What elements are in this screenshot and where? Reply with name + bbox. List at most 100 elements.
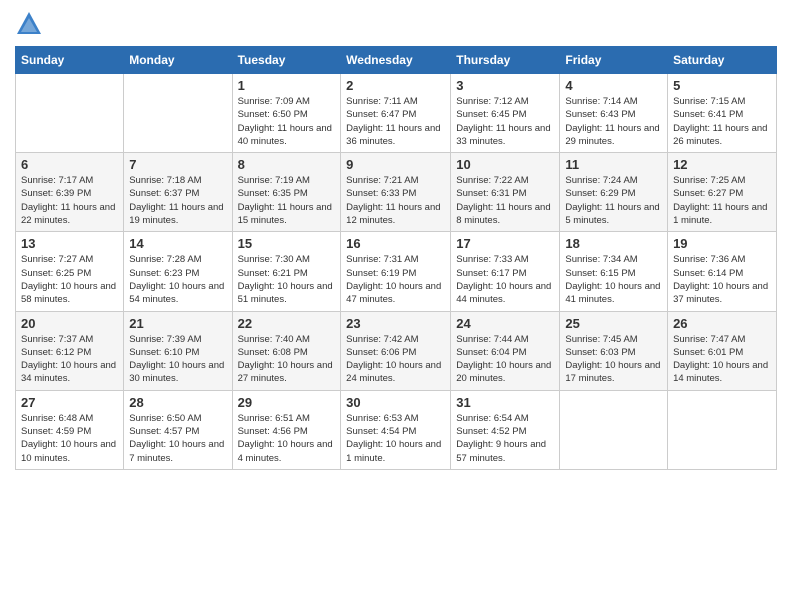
day-number: 15 [238, 236, 336, 251]
calendar-cell: 8 Sunrise: 7:19 AM Sunset: 6:35 PM Daylig… [232, 153, 341, 232]
calendar-cell [668, 390, 777, 469]
day-info: Sunrise: 7:09 AM Sunset: 6:50 PM Dayligh… [238, 95, 336, 148]
day-number: 27 [21, 395, 118, 410]
day-info: Sunrise: 7:40 AM Sunset: 6:08 PM Dayligh… [238, 333, 336, 386]
calendar-cell: 1 Sunrise: 7:09 AM Sunset: 6:50 PM Daylig… [232, 74, 341, 153]
calendar: SundayMondayTuesdayWednesdayThursdayFrid… [15, 46, 777, 470]
day-info: Sunrise: 6:50 AM Sunset: 4:57 PM Dayligh… [129, 412, 226, 465]
day-number: 5 [673, 78, 771, 93]
calendar-row-2: 6 Sunrise: 7:17 AM Sunset: 6:39 PM Daylig… [16, 153, 777, 232]
calendar-cell: 26 Sunrise: 7:47 AM Sunset: 6:01 PM Dayli… [668, 311, 777, 390]
day-info: Sunrise: 7:44 AM Sunset: 6:04 PM Dayligh… [456, 333, 554, 386]
calendar-cell [560, 390, 668, 469]
calendar-cell: 12Sunrise: 7:25 AM Sunset: 6:27 PM Dayli… [668, 153, 777, 232]
day-info: Sunrise: 7:15 AM Sunset: 6:41 PM Dayligh… [673, 95, 771, 148]
calendar-cell: 19Sunrise: 7:36 AM Sunset: 6:14 PM Dayli… [668, 232, 777, 311]
day-number: 6 [21, 157, 118, 172]
day-number: 22 [238, 316, 336, 331]
weekday-header-sunday: Sunday [16, 47, 124, 74]
calendar-cell: 3 Sunrise: 7:12 AM Sunset: 6:45 PM Daylig… [451, 74, 560, 153]
day-number: 31 [456, 395, 554, 410]
day-number: 30 [346, 395, 445, 410]
day-number: 13 [21, 236, 118, 251]
day-info: Sunrise: 7:21 AM Sunset: 6:33 PM Dayligh… [346, 174, 445, 227]
calendar-cell: 5 Sunrise: 7:15 AM Sunset: 6:41 PM Daylig… [668, 74, 777, 153]
calendar-cell: 15 Sunrise: 7:30 AM Sunset: 6:21 PM Dayli… [232, 232, 341, 311]
day-info: Sunrise: 7:22 AM Sunset: 6:31 PM Dayligh… [456, 174, 554, 227]
weekday-header-wednesday: Wednesday [341, 47, 451, 74]
calendar-row-3: 13 Sunrise: 7:27 AM Sunset: 6:25 PM Dayli… [16, 232, 777, 311]
calendar-cell: 20 Sunrise: 7:37 AM Sunset: 6:12 PM Dayli… [16, 311, 124, 390]
day-info: Sunrise: 7:19 AM Sunset: 6:35 PM Dayligh… [238, 174, 336, 227]
day-number: 12 [673, 157, 771, 172]
day-info: Sunrise: 6:51 AM Sunset: 4:56 PM Dayligh… [238, 412, 336, 465]
day-info: Sunrise: 7:45 AM Sunset: 6:03 PM Dayligh… [565, 333, 662, 386]
calendar-cell: 13 Sunrise: 7:27 AM Sunset: 6:25 PM Dayli… [16, 232, 124, 311]
day-number: 7 [129, 157, 226, 172]
day-info: Sunrise: 7:18 AM Sunset: 6:37 PM Dayligh… [129, 174, 226, 227]
calendar-cell: 18 Sunrise: 7:34 AM Sunset: 6:15 PM Dayli… [560, 232, 668, 311]
day-number: 18 [565, 236, 662, 251]
calendar-cell [16, 74, 124, 153]
day-info: Sunrise: 6:54 AM Sunset: 4:52 PM Dayligh… [456, 412, 554, 465]
calendar-cell: 31 Sunrise: 6:54 AM Sunset: 4:52 PM Dayli… [451, 390, 560, 469]
day-info: Sunrise: 7:14 AM Sunset: 6:43 PM Dayligh… [565, 95, 662, 148]
calendar-cell: 21 Sunrise: 7:39 AM Sunset: 6:10 PM Dayli… [124, 311, 232, 390]
day-info: Sunrise: 7:28 AM Sunset: 6:23 PM Dayligh… [129, 253, 226, 306]
calendar-cell: 25Sunrise: 7:45 AM Sunset: 6:03 PM Dayli… [560, 311, 668, 390]
day-info: Sunrise: 7:36 AM Sunset: 6:14 PM Dayligh… [673, 253, 771, 306]
day-number: 14 [129, 236, 226, 251]
day-info: Sunrise: 7:42 AM Sunset: 6:06 PM Dayligh… [346, 333, 445, 386]
calendar-cell: 9Sunrise: 7:21 AM Sunset: 6:33 PM Daylig… [341, 153, 451, 232]
day-info: Sunrise: 7:37 AM Sunset: 6:12 PM Dayligh… [21, 333, 118, 386]
day-info: Sunrise: 7:30 AM Sunset: 6:21 PM Dayligh… [238, 253, 336, 306]
day-info: Sunrise: 7:34 AM Sunset: 6:15 PM Dayligh… [565, 253, 662, 306]
page: SundayMondayTuesdayWednesdayThursdayFrid… [0, 0, 792, 612]
day-info: Sunrise: 6:53 AM Sunset: 4:54 PM Dayligh… [346, 412, 445, 465]
day-number: 10 [456, 157, 554, 172]
day-info: Sunrise: 7:24 AM Sunset: 6:29 PM Dayligh… [565, 174, 662, 227]
day-info: Sunrise: 7:31 AM Sunset: 6:19 PM Dayligh… [346, 253, 445, 306]
calendar-cell: 23Sunrise: 7:42 AM Sunset: 6:06 PM Dayli… [341, 311, 451, 390]
logo [15, 10, 47, 38]
header [15, 10, 777, 38]
day-info: Sunrise: 7:11 AM Sunset: 6:47 PM Dayligh… [346, 95, 445, 148]
calendar-cell: 29 Sunrise: 6:51 AM Sunset: 4:56 PM Dayli… [232, 390, 341, 469]
calendar-cell: 17Sunrise: 7:33 AM Sunset: 6:17 PM Dayli… [451, 232, 560, 311]
logo-icon [15, 10, 43, 38]
weekday-header-row: SundayMondayTuesdayWednesdayThursdayFrid… [16, 47, 777, 74]
day-number: 26 [673, 316, 771, 331]
day-number: 4 [565, 78, 662, 93]
weekday-header-saturday: Saturday [668, 47, 777, 74]
calendar-cell [124, 74, 232, 153]
day-info: Sunrise: 7:47 AM Sunset: 6:01 PM Dayligh… [673, 333, 771, 386]
calendar-cell: 7 Sunrise: 7:18 AM Sunset: 6:37 PM Daylig… [124, 153, 232, 232]
day-number: 24 [456, 316, 554, 331]
day-number: 2 [346, 78, 445, 93]
day-number: 17 [456, 236, 554, 251]
calendar-cell: 22 Sunrise: 7:40 AM Sunset: 6:08 PM Dayli… [232, 311, 341, 390]
calendar-row-5: 27 Sunrise: 6:48 AM Sunset: 4:59 PM Dayli… [16, 390, 777, 469]
day-number: 8 [238, 157, 336, 172]
calendar-cell: 2 Sunrise: 7:11 AM Sunset: 6:47 PM Daylig… [341, 74, 451, 153]
day-info: Sunrise: 7:17 AM Sunset: 6:39 PM Dayligh… [21, 174, 118, 227]
weekday-header-tuesday: Tuesday [232, 47, 341, 74]
calendar-cell: 4 Sunrise: 7:14 AM Sunset: 6:43 PM Daylig… [560, 74, 668, 153]
calendar-row-4: 20 Sunrise: 7:37 AM Sunset: 6:12 PM Dayli… [16, 311, 777, 390]
day-number: 20 [21, 316, 118, 331]
day-number: 3 [456, 78, 554, 93]
day-number: 1 [238, 78, 336, 93]
weekday-header-thursday: Thursday [451, 47, 560, 74]
weekday-header-monday: Monday [124, 47, 232, 74]
day-number: 29 [238, 395, 336, 410]
day-info: Sunrise: 6:48 AM Sunset: 4:59 PM Dayligh… [21, 412, 118, 465]
day-info: Sunrise: 7:27 AM Sunset: 6:25 PM Dayligh… [21, 253, 118, 306]
calendar-cell: 30 Sunrise: 6:53 AM Sunset: 4:54 PM Dayli… [341, 390, 451, 469]
calendar-cell: 10 Sunrise: 7:22 AM Sunset: 6:31 PM Dayli… [451, 153, 560, 232]
day-number: 16 [346, 236, 445, 251]
calendar-cell: 14 Sunrise: 7:28 AM Sunset: 6:23 PM Dayli… [124, 232, 232, 311]
day-info: Sunrise: 7:39 AM Sunset: 6:10 PM Dayligh… [129, 333, 226, 386]
day-number: 28 [129, 395, 226, 410]
day-info: Sunrise: 7:12 AM Sunset: 6:45 PM Dayligh… [456, 95, 554, 148]
day-number: 21 [129, 316, 226, 331]
